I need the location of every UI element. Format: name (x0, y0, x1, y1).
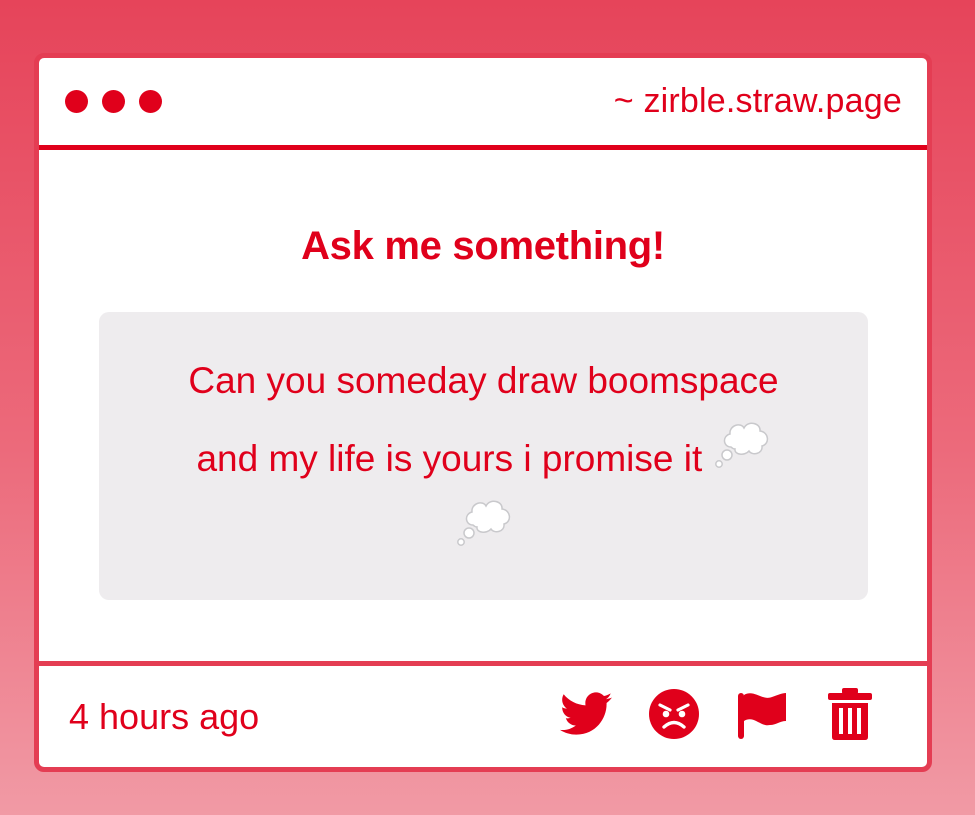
question-text-line-2: and my life is yours i promise it (196, 438, 703, 479)
window-controls (65, 90, 162, 113)
question-text-line-1: Can you someday draw boomspace (188, 360, 779, 401)
report-button[interactable] (735, 690, 789, 744)
title-bar: ~ zirble.straw.page (39, 58, 927, 150)
twitter-icon (560, 692, 612, 741)
thought-balloon-icon (455, 495, 513, 574)
window-dot-2[interactable] (102, 90, 125, 113)
site-domain: ~ zirble.straw.page (613, 82, 902, 120)
window-dot-3[interactable] (139, 90, 162, 113)
content-area: Ask me something! Can you someday draw b… (39, 150, 927, 663)
flag-icon (736, 689, 788, 744)
question-box: Can you someday draw boomspace and my li… (99, 312, 868, 600)
window-dot-1[interactable] (65, 90, 88, 113)
trash-icon (828, 688, 872, 745)
page-title: Ask me something! (301, 224, 665, 268)
delete-button[interactable] (823, 688, 877, 745)
footer-bar: 4 hours ago (39, 661, 927, 767)
twitter-share-button[interactable] (559, 690, 613, 744)
browser-window: ~ zirble.straw.page Ask me something! Ca… (34, 53, 932, 772)
angry-face-icon (648, 688, 700, 745)
action-buttons (559, 688, 877, 745)
block-button[interactable] (647, 688, 701, 745)
thought-balloon-icon (713, 417, 771, 496)
timestamp: 4 hours ago (69, 695, 260, 737)
